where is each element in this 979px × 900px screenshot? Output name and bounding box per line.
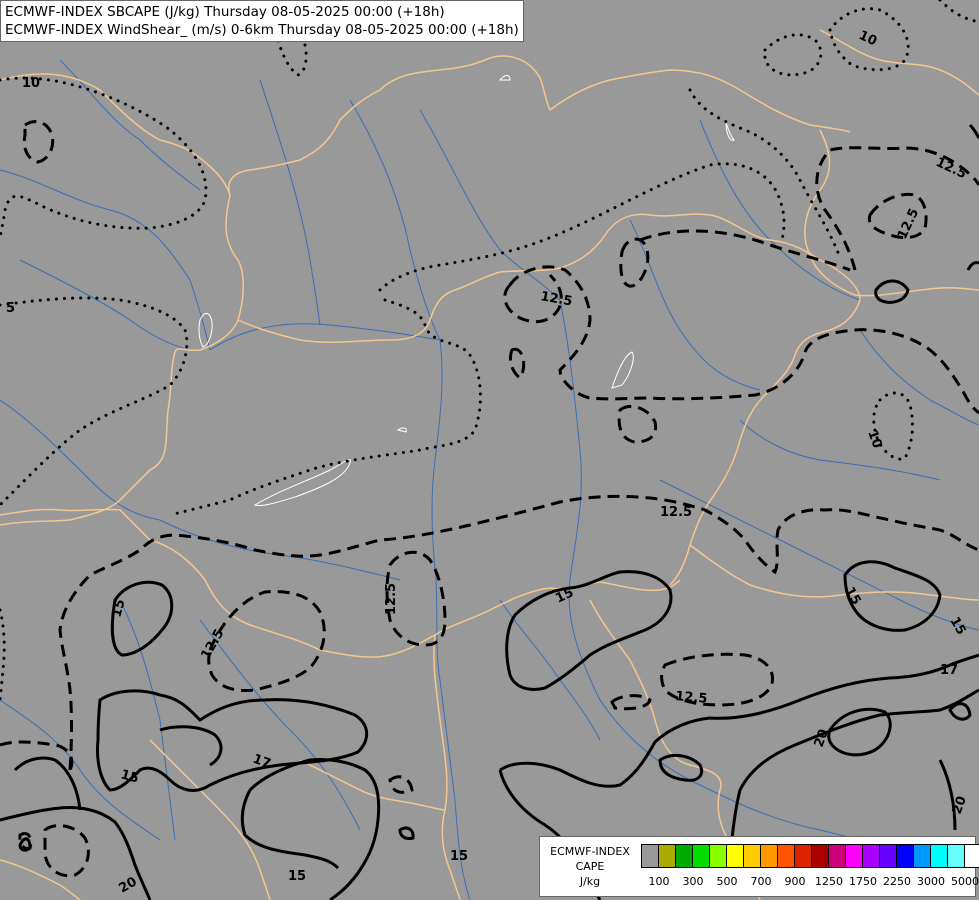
contour-label: 15: [450, 849, 468, 864]
legend-title-field: CAPE: [575, 860, 605, 873]
legend-swatch: [829, 845, 846, 867]
legend-tick: 3000: [917, 875, 945, 888]
legend-tick: 1250: [815, 875, 843, 888]
legend-swatch: [693, 845, 710, 867]
contour-label: 5: [6, 301, 15, 316]
legend-swatch: [727, 845, 744, 867]
map-background: [0, 0, 979, 900]
legend-swatch: [812, 845, 829, 867]
legend-swatch: [778, 845, 795, 867]
legend-swatch: [846, 845, 863, 867]
title-line-cape: ECMWF-INDEX SBCAPE (J/kg) Thursday 08-05…: [5, 4, 445, 20]
contour-label: 12.5: [675, 689, 708, 707]
legend-swatch: [897, 845, 914, 867]
legend-tick: 5000: [951, 875, 979, 888]
legend-tick: 700: [750, 875, 772, 888]
legend-tick: 1750: [849, 875, 877, 888]
contour-label: 10: [22, 76, 40, 91]
cape-legend: ECMWF-INDEX CAPE J/kg 100 300 500 700 900 125…: [539, 836, 979, 897]
legend-swatch: [863, 845, 880, 867]
legend-swatch: [659, 845, 676, 867]
legend-tick: 900: [784, 875, 806, 888]
legend-swatch: [914, 845, 931, 867]
legend-swatch: [931, 845, 948, 867]
legend-swatch: [795, 845, 812, 867]
contour-label: 17: [940, 663, 958, 678]
legend-swatch: [676, 845, 693, 867]
weather-map: 10 10 5 10 12.5 12.5 12.5 12.5 12.5 12.5…: [0, 0, 979, 900]
map-title-box: ECMWF-INDEX SBCAPE (J/kg) Thursday 08-05…: [0, 0, 524, 42]
legend-swatch: [965, 845, 979, 867]
legend-tick: 2250: [883, 875, 911, 888]
legend-swatch: [744, 845, 761, 867]
legend-swatch: [880, 845, 897, 867]
legend-title-source: ECMWF-INDEX: [550, 845, 630, 858]
legend-tick: 300: [682, 875, 704, 888]
legend-swatch: [642, 845, 659, 867]
contour-label: 12.5: [384, 583, 399, 615]
contour-label: 12.5: [660, 505, 692, 520]
legend-tick-labels: 100 300 500 700 900 1250 1750 2250 3000 5000: [540, 875, 979, 889]
legend-swatch: [761, 845, 778, 867]
legend-tick: 500: [716, 875, 738, 888]
contour-label: 15: [288, 869, 306, 884]
legend-tick: 100: [648, 875, 670, 888]
legend-swatch: [948, 845, 965, 867]
legend-color-scale: [641, 844, 979, 868]
legend-swatch: [710, 845, 727, 867]
title-line-windshear: ECMWF-INDEX WindShear_ (m/s) 0-6km Thurs…: [5, 22, 519, 38]
